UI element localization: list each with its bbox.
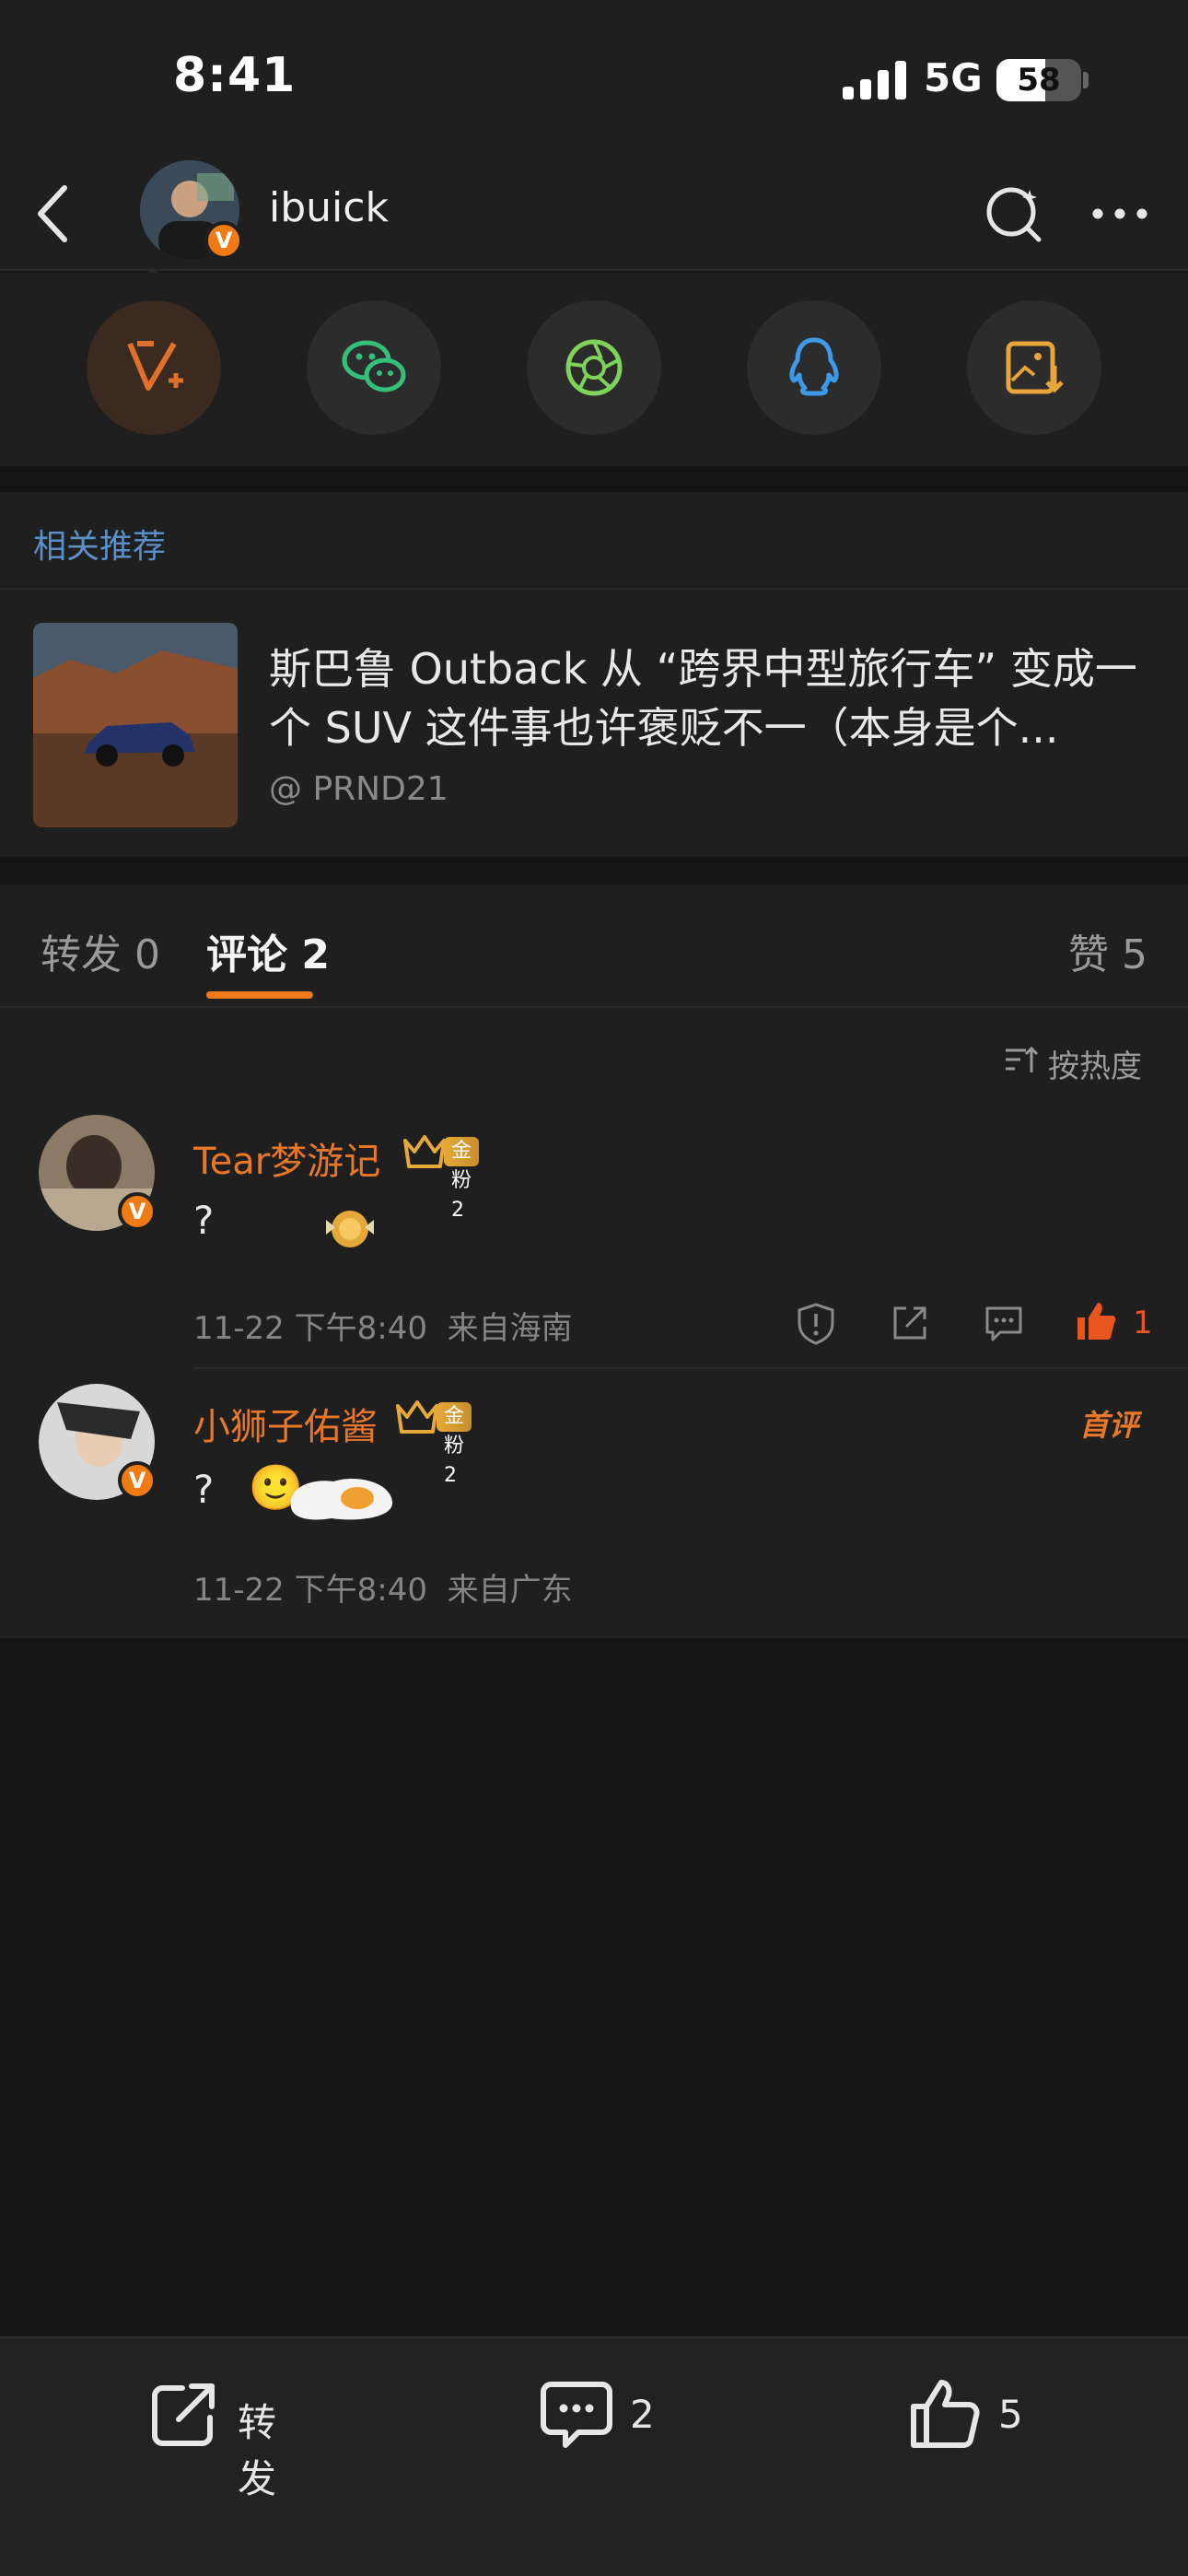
- repost-label: 转发: [238, 2400, 277, 2501]
- nav-bar: V ibuick: [0, 157, 1188, 271]
- comment-bubble-icon: [541, 2382, 612, 2448]
- share-qq-button[interactable]: [747, 300, 881, 435]
- reply-icon[interactable]: [980, 1299, 1028, 1347]
- active-tab-indicator: [206, 991, 313, 999]
- share-comment-icon[interactable]: [886, 1299, 934, 1347]
- wechat-icon: [342, 340, 406, 392]
- like-icon[interactable]: [1072, 1297, 1120, 1345]
- sort-label: 按热度: [1048, 1048, 1142, 1085]
- search-icon[interactable]: [978, 177, 1052, 251]
- interaction-tabs: 转发 0 评论 2 赞 5: [0, 884, 1188, 1008]
- comment-timestamp: 11-22 下午8:40: [193, 1310, 427, 1347]
- more-icon[interactable]: [1083, 177, 1157, 251]
- v-plus-icon: [127, 341, 183, 391]
- share-wechat-button[interactable]: [307, 300, 441, 435]
- battery-icon: 58: [996, 59, 1081, 101]
- comment-location: 来自广东: [447, 1572, 573, 1609]
- verified-badge: V: [118, 1192, 157, 1231]
- tab-repost[interactable]: 转发 0: [41, 921, 160, 980]
- back-arrow-icon[interactable]: [26, 179, 81, 249]
- car-photo: [33, 623, 238, 827]
- share-row: [0, 273, 1188, 466]
- status-bar: 8:41 5G 58: [0, 0, 1188, 157]
- share-icon: [152, 2383, 215, 2446]
- comment-item[interactable]: V 小狮子佑酱 金粉2 首评 ? 🙂 11-22 下午8:40 来自广东: [0, 1384, 1188, 1651]
- comment-time: 11-22 下午8:40 来自广东: [193, 1564, 573, 1610]
- qq-penguin-icon: [789, 337, 839, 396]
- bottom-action-bar: 转发 2 5: [0, 2336, 1188, 2576]
- fried-egg-sticker-icon: [290, 1478, 393, 1520]
- verified-badge: V: [204, 221, 243, 260]
- status-time: 8:41: [173, 48, 297, 103]
- related-post-thumbnail: [33, 623, 238, 827]
- comment-text-content: ?: [193, 1467, 215, 1512]
- share-weibo-forward-button[interactable]: [87, 300, 221, 435]
- comment-divider: [193, 1367, 1188, 1369]
- thumbs-up-icon: [911, 2380, 980, 2448]
- related-post-author: @ PRND21: [269, 770, 448, 808]
- section-gap: [0, 466, 1188, 492]
- comment-like-count: 1: [1133, 1305, 1153, 1341]
- related-header-label: 相关推荐: [33, 528, 167, 566]
- fan-badge-label: 金粉2: [437, 1402, 472, 1487]
- section-gap: [0, 857, 1188, 884]
- aperture-icon: [565, 339, 623, 396]
- comment-timestamp: 11-22 下午8:40: [193, 1572, 427, 1609]
- comment-count: 2: [630, 2392, 655, 2437]
- comment-item[interactable]: V Tear梦游记 金粉2 ? 11-22 下午8:40 来自海南 1: [0, 1115, 1188, 1382]
- report-icon[interactable]: [792, 1299, 840, 1347]
- related-header: 相关推荐: [0, 492, 1188, 590]
- comment-text: ?: [193, 1198, 215, 1243]
- comment-list: 按热度 V Tear梦游记 金粉2 ? 11-22 下午8:40 来自海南 1 …: [0, 1008, 1188, 1638]
- comment-location: 来自海南: [447, 1310, 573, 1347]
- like-count: 5: [998, 2392, 1023, 2437]
- comment-time: 11-22 下午8:40 来自海南: [193, 1303, 573, 1348]
- battery-level: 58: [1017, 62, 1061, 99]
- commenter-name[interactable]: 小狮子佑酱: [193, 1397, 378, 1450]
- user-name[interactable]: ibuick: [269, 184, 389, 231]
- tab-likes[interactable]: 赞 5: [1068, 921, 1147, 980]
- tab-comments[interactable]: 评论 2: [206, 921, 330, 980]
- related-post-title: 斯巴鲁 Outback 从 “跨界中型旅行车” 变成一个 SUV 这件事也许褒贬…: [269, 644, 1137, 753]
- medal-sticker-icon: [326, 1211, 374, 1247]
- fan-badge-label: 金粉2: [444, 1137, 480, 1222]
- image-download-icon: [1006, 341, 1064, 394]
- battery-cap: [1083, 72, 1089, 88]
- crown-icon: [396, 1400, 438, 1434]
- share-moments-button[interactable]: [527, 300, 661, 435]
- network-type: 5G: [924, 55, 983, 100]
- first-comment-tag: 首评: [1079, 1408, 1139, 1443]
- crown-icon: [403, 1135, 446, 1168]
- sort-button[interactable]: 按热度: [1002, 1032, 1168, 1087]
- verified-badge: V: [118, 1461, 157, 1500]
- cellular-signal-icon: [843, 61, 906, 100]
- related-post-card[interactable]: 斯巴鲁 Outback 从 “跨界中型旅行车” 变成一个 SUV 这件事也许褒贬…: [0, 590, 1188, 857]
- sort-icon: [1006, 1046, 1039, 1072]
- commenter-name[interactable]: Tear梦游记: [193, 1131, 380, 1185]
- save-image-button[interactable]: [967, 300, 1101, 435]
